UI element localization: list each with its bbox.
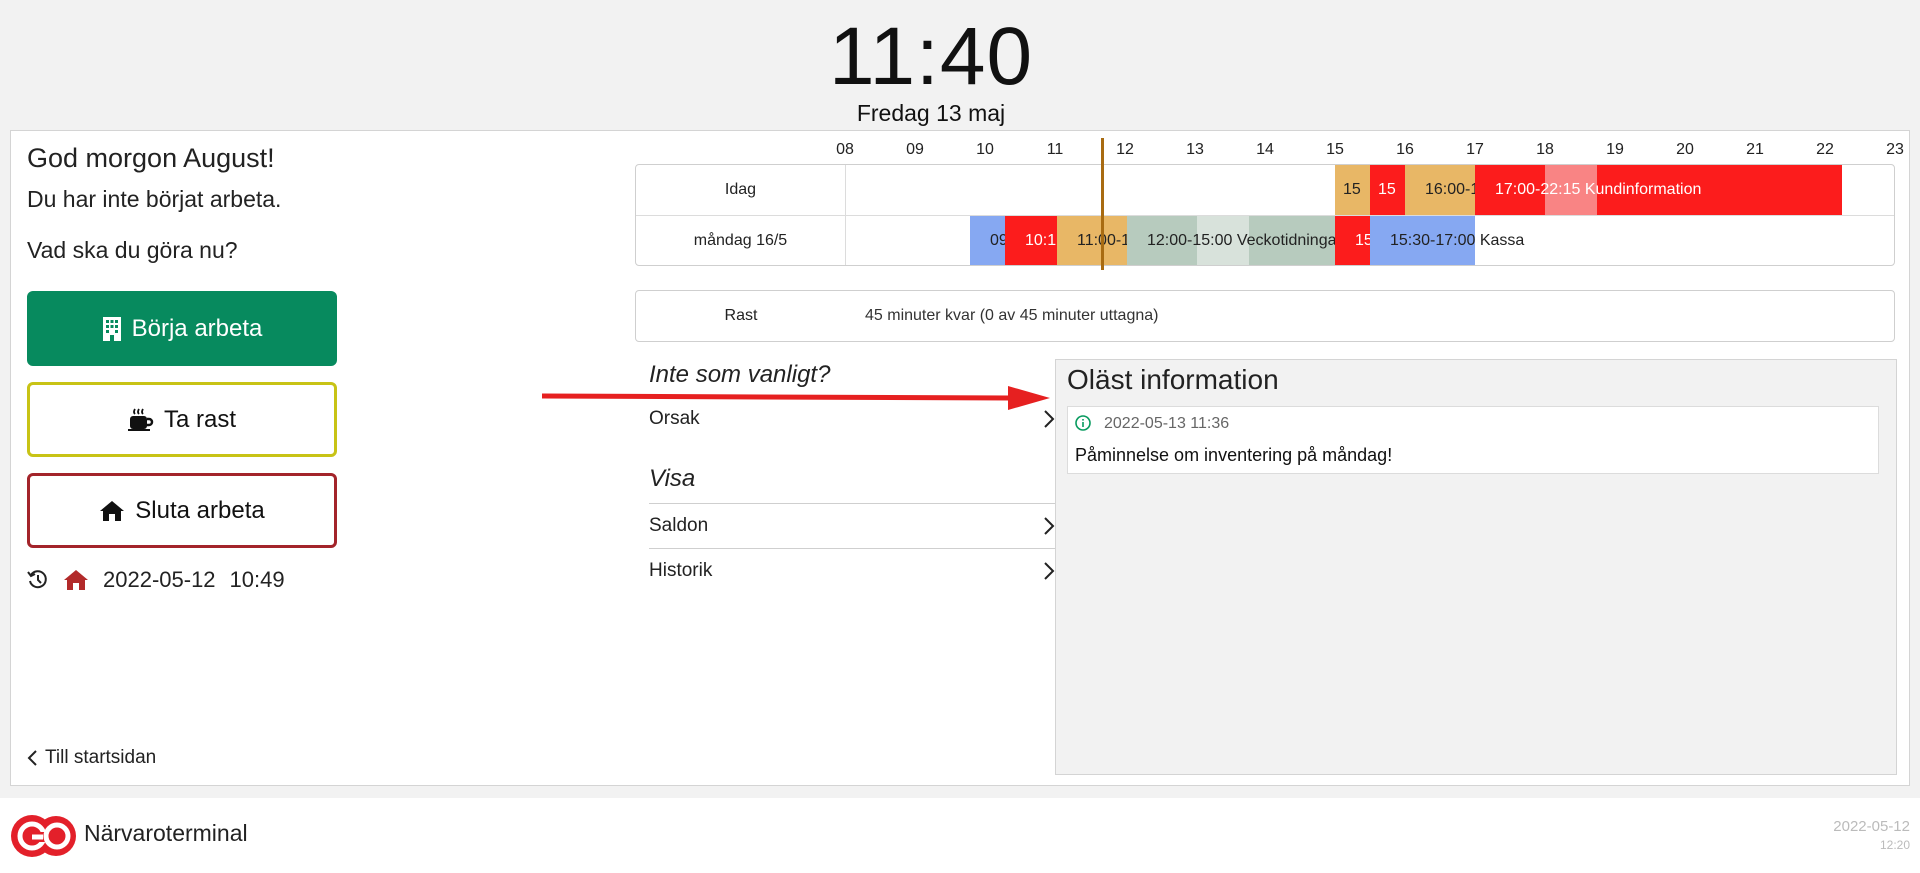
- shift-block[interactable]: 12:00-15:00 Veckotidningar: [1127, 216, 1337, 265]
- unread-info-title: Oläst information: [1067, 364, 1279, 395]
- take-break-label: Ta rast: [163, 405, 237, 433]
- greeting: God morgon August!: [27, 143, 275, 173]
- work-status: Du har inte börjat arbeta.: [27, 186, 282, 212]
- balances-link[interactable]: Saldon: [649, 503, 1055, 547]
- home-icon: [64, 570, 88, 590]
- last-event: 2022-05-12 10:49: [27, 567, 285, 593]
- main-panel: God morgon August! Du har inte börjat ar…: [10, 130, 1910, 786]
- hour-tick: 17: [1466, 141, 1484, 158]
- current-time-line: [1101, 138, 1104, 270]
- shift-block[interactable]: 09: [970, 216, 1005, 265]
- coffee-icon: [127, 408, 154, 431]
- clock-time: 11:40: [828, 11, 1034, 102]
- shift-block[interactable]: 16:00-1: [1405, 165, 1475, 215]
- balances-label: Saldon: [649, 514, 709, 536]
- hour-tick: 16: [1396, 141, 1414, 158]
- clock-date: Fredag 13 maj: [856, 100, 1006, 126]
- shift-block[interactable]: 17:00-22:15 Kundinformation: [1475, 165, 1842, 215]
- break-info: Rast 45 minuter kvar (0 av 45 minuter ut…: [635, 290, 1895, 342]
- shift-block[interactable]: 15: [1335, 165, 1370, 215]
- take-break-button[interactable]: Ta rast: [27, 382, 337, 457]
- action-question: Vad ska du göra nu?: [27, 237, 238, 263]
- back-label: Till startsidan: [45, 747, 157, 768]
- schedule-row-label: måndag 16/5: [636, 216, 846, 265]
- start-work-label: Börja arbeta: [131, 314, 263, 342]
- home-icon: [100, 500, 125, 521]
- building-icon: [102, 316, 121, 341]
- shift-block[interactable]: 11:00-1: [1057, 216, 1127, 265]
- chevron-right-icon: [1044, 561, 1055, 580]
- hour-tick: 10: [976, 141, 994, 158]
- hour-tick: 21: [1746, 141, 1764, 158]
- hour-tick: 20: [1676, 141, 1694, 158]
- go-logo: [11, 815, 76, 857]
- show-heading: Visa: [649, 465, 696, 492]
- hour-tick: 12: [1116, 141, 1134, 158]
- shift-block[interactable]: 10:1: [1005, 216, 1057, 265]
- break-remaining: 45 minuter kvar (0 av 45 minuter uttagna…: [865, 307, 1159, 324]
- last-event-date: 2022-05-12: [103, 567, 216, 592]
- info-message[interactable]: 2022-05-13 11:36 Påminnelse om inventeri…: [1067, 406, 1879, 474]
- message-timestamp: 2022-05-13 11:36: [1104, 415, 1230, 432]
- stop-work-label: Sluta arbeta: [135, 496, 265, 524]
- unread-info-panel: Oläst information 2022-05-13 11:36 Påmin…: [1055, 359, 1897, 775]
- hour-tick: 23: [1886, 141, 1904, 158]
- back-to-start-link[interactable]: Till startsidan: [27, 747, 156, 769]
- history-icon: [27, 570, 47, 589]
- clock: 11:40 Fredag 13 maj: [0, 11, 1862, 127]
- start-work-button[interactable]: Börja arbeta: [27, 291, 337, 366]
- shift-block[interactable]: 15: [1370, 165, 1405, 215]
- history-link[interactable]: Historik: [649, 548, 1055, 592]
- info-icon: [1075, 415, 1091, 431]
- build-stamp: 2022-05-12 12:20: [1833, 818, 1910, 854]
- message-text: Påminnelse om inventering på måndag!: [1075, 445, 1393, 465]
- break-label: Rast: [724, 307, 758, 324]
- hour-tick: 15: [1326, 141, 1344, 158]
- hour-tick: 13: [1186, 141, 1204, 158]
- stamp-date: 2022-05-12: [1833, 818, 1910, 835]
- chevron-right-icon: [1044, 516, 1055, 535]
- hour-tick: 09: [906, 141, 924, 158]
- last-event-time: 10:49: [229, 567, 285, 592]
- arrow-annotation: [541, 386, 1050, 410]
- schedule-row-today[interactable]: Idag 15 15 16:00-1 17:00-22:15 Kundinfor…: [636, 165, 1894, 215]
- stamp-time: 12:20: [1879, 838, 1910, 852]
- history-label: Historik: [649, 559, 713, 581]
- hour-tick: 19: [1606, 141, 1624, 158]
- shift-block[interactable]: 15: [1335, 216, 1370, 265]
- hour-tick: 22: [1816, 141, 1834, 158]
- footer: Närvaroterminal 2022-05-12 12:20: [0, 798, 1920, 873]
- schedule-row-monday[interactable]: måndag 16/5 09 10:1 11:00-1 12:00-15:00 …: [636, 215, 1894, 265]
- app-name: Närvaroterminal: [84, 820, 248, 846]
- hour-tick: 18: [1536, 141, 1554, 158]
- hour-tick: 08: [836, 141, 854, 158]
- chevron-left-icon: [27, 750, 37, 766]
- schedule-grid: Idag 15 15 16:00-1 17:00-22:15 Kundinfor…: [635, 164, 1895, 266]
- hour-tick: 11: [1046, 141, 1064, 158]
- hour-tick: 14: [1256, 141, 1274, 158]
- stop-work-button[interactable]: Sluta arbeta: [27, 473, 337, 548]
- shift-block[interactable]: 15:30-17:00 Kassa: [1370, 216, 1570, 265]
- schedule-row-label: Idag: [636, 165, 846, 215]
